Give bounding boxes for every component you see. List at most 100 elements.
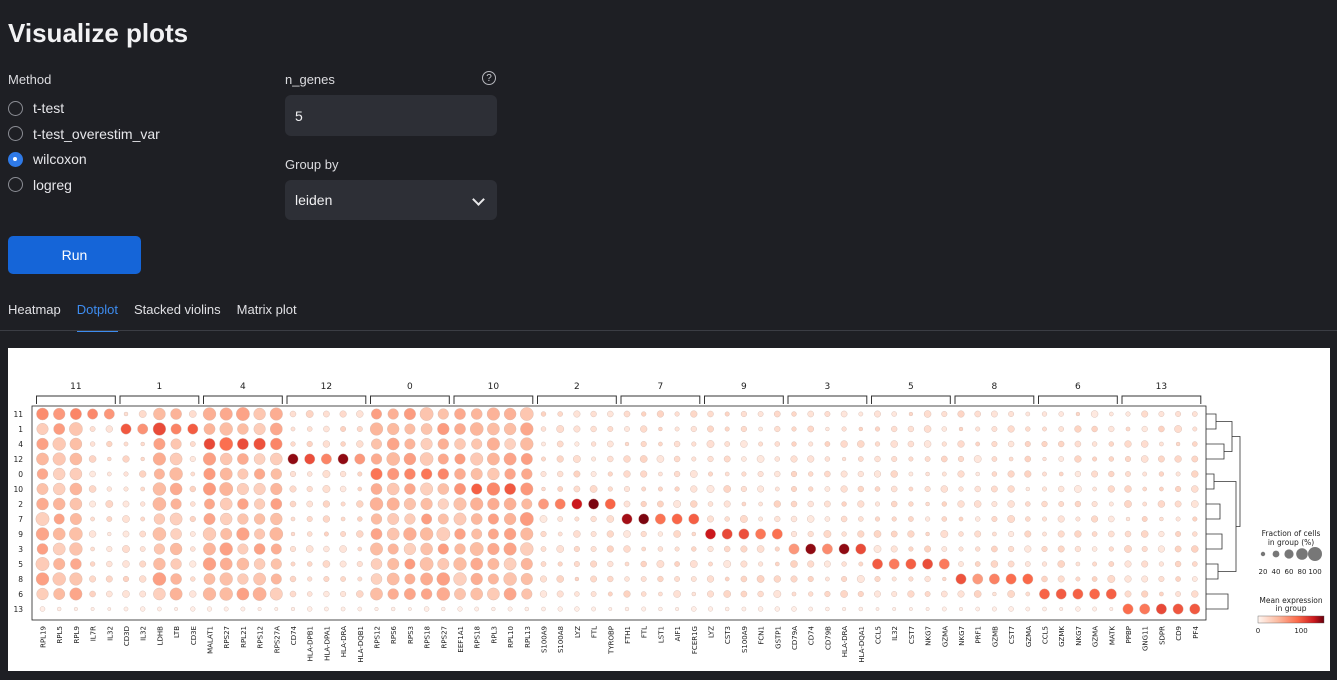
dot: [556, 425, 565, 433]
dot: [270, 512, 283, 526]
dot: [773, 410, 781, 418]
column-label: S100A8: [557, 626, 565, 653]
dot: [623, 485, 631, 493]
dot: [924, 591, 931, 597]
dot: [88, 455, 97, 463]
dot: [941, 590, 948, 598]
dot: [370, 587, 383, 601]
dot: [958, 561, 964, 567]
dot: [674, 576, 680, 582]
help-icon[interactable]: ?: [482, 71, 496, 85]
dot: [624, 576, 630, 582]
dot: [471, 528, 483, 540]
dot: [36, 483, 49, 495]
dot: [356, 530, 364, 538]
dot: [107, 471, 112, 477]
dot: [486, 482, 501, 496]
dot: [607, 486, 613, 492]
gene-group-bracket: [620, 395, 701, 404]
dot: [436, 587, 451, 601]
run-button[interactable]: Run: [8, 236, 141, 274]
method-option-wilcoxon[interactable]: wilcoxon: [8, 149, 87, 169]
dot: [858, 561, 864, 567]
radio-icon[interactable]: [8, 151, 23, 167]
dot: [706, 485, 715, 493]
dot: [540, 530, 547, 538]
dot: [590, 531, 597, 537]
dot: [220, 512, 233, 526]
dot: [790, 575, 798, 583]
method-option-logreg[interactable]: logreg: [8, 175, 72, 195]
dot: [70, 408, 82, 420]
dot: [573, 530, 581, 538]
dot: [189, 560, 197, 568]
column-label: TYROBP: [607, 626, 615, 655]
method-option-t-test-overestim-var[interactable]: t-test_overestim_var: [8, 124, 160, 144]
dot: [1107, 485, 1115, 493]
radio-icon[interactable]: [8, 100, 23, 116]
dot: [36, 587, 49, 601]
dot: [907, 590, 915, 598]
dot: [1057, 575, 1065, 583]
gene-group-bracket: [286, 395, 367, 404]
group-by-select[interactable]: leiden: [285, 180, 497, 220]
tab-heatmap[interactable]: Heatmap: [8, 302, 61, 330]
dot: [1074, 440, 1082, 448]
dot: [707, 455, 714, 463]
dot: [470, 452, 484, 466]
dot: [608, 607, 613, 611]
dot: [925, 516, 931, 522]
radio-icon[interactable]: [8, 177, 23, 192]
dot: [1025, 486, 1030, 492]
dot: [1175, 411, 1182, 417]
dot: [1157, 545, 1165, 553]
dot: [673, 440, 681, 448]
dot: [441, 606, 446, 612]
dot: [892, 607, 897, 611]
dot: [219, 572, 233, 586]
dot: [958, 426, 964, 432]
dot: [923, 425, 932, 433]
dot: [69, 587, 83, 601]
dot: [257, 607, 262, 611]
dot: [404, 483, 416, 495]
dot: [403, 527, 417, 541]
dot: [486, 437, 500, 451]
dot: [437, 468, 449, 480]
dot: [152, 527, 167, 541]
dot: [454, 453, 466, 465]
column-label: NKG7: [1075, 626, 1083, 646]
dot: [1141, 410, 1149, 418]
tab-stacked-violins[interactable]: Stacked violins: [134, 302, 221, 330]
column-label: HLA-DRA: [340, 626, 348, 657]
column-label: RPL19: [40, 626, 48, 648]
dot: [824, 560, 831, 568]
dot: [991, 545, 998, 553]
radio-icon[interactable]: [8, 126, 23, 141]
dot: [1091, 501, 1098, 507]
dot: [219, 482, 234, 496]
n-genes-input[interactable]: 5: [285, 95, 497, 136]
dot: [270, 573, 282, 585]
dot: [454, 588, 466, 600]
dot: [808, 441, 814, 447]
dot: [673, 500, 681, 508]
size-legend-dot: [1284, 549, 1294, 559]
dot: [487, 467, 500, 481]
dot: [519, 407, 534, 421]
dot: [908, 546, 914, 552]
tab-dotplot[interactable]: Dotplot: [76, 302, 118, 332]
method-option-t-test[interactable]: t-test: [8, 98, 64, 118]
dot: [520, 572, 533, 586]
dot: [790, 560, 798, 568]
dot: [992, 531, 997, 537]
dot: [1075, 561, 1081, 567]
dot: [370, 558, 383, 570]
dot: [905, 558, 917, 570]
dot: [1024, 441, 1031, 447]
column-label: LTB: [173, 626, 181, 638]
dot: [1108, 561, 1115, 567]
dot: [269, 587, 283, 601]
tab-matrix-plot[interactable]: Matrix plot: [237, 302, 297, 330]
dot: [89, 441, 96, 447]
